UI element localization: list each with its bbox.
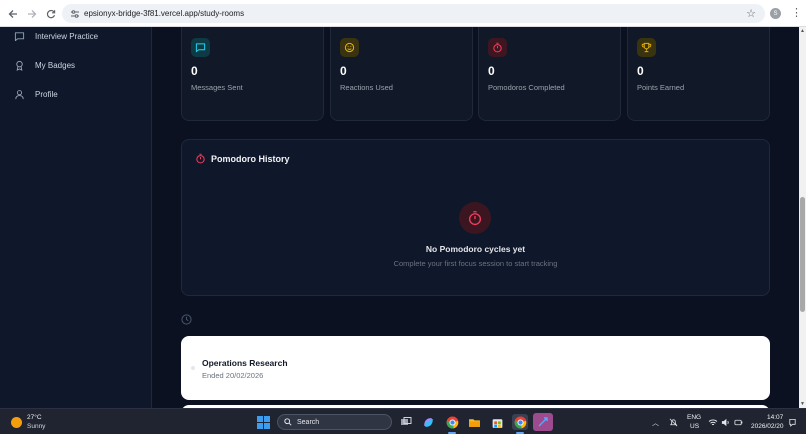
- input-language[interactable]: ENG: [687, 414, 701, 421]
- chrome-profile-icon[interactable]: [512, 414, 528, 430]
- wifi-icon[interactable]: [708, 418, 718, 429]
- sidebar-item-label: Interview Practice: [35, 31, 99, 41]
- stat-label: Pomodoros Completed: [488, 83, 565, 92]
- stat-card-pomodoros: 0 Pomodoros Completed: [478, 27, 621, 121]
- room-status-dot: [191, 366, 195, 370]
- sidebar-item-profile[interactable]: Profile: [14, 86, 58, 102]
- stat-card-reactions: 0 Reactions Used: [330, 27, 473, 121]
- address-bar[interactable]: epsionyx-bridge-3f81.vercel.app/study-ro…: [62, 4, 765, 23]
- profile-avatar[interactable]: S: [770, 8, 781, 19]
- empty-state-subtitle: Complete your first focus session to sta…: [393, 259, 558, 268]
- windows-start-icon[interactable]: [257, 416, 270, 429]
- weather-description[interactable]: Sunny: [27, 423, 45, 430]
- timer-icon: [459, 202, 491, 234]
- room-title: Operations Research: [202, 358, 288, 368]
- stat-value: 0: [637, 64, 644, 78]
- volume-icon[interactable]: [721, 418, 730, 429]
- weather-temperature[interactable]: 27°C: [27, 414, 42, 421]
- sun-icon[interactable]: [11, 417, 22, 428]
- stat-label: Reactions Used: [340, 83, 393, 92]
- notification-bell-off-icon[interactable]: [669, 418, 678, 429]
- url-text: epsionyx-bridge-3f81.vercel.app/study-ro…: [84, 9, 245, 18]
- back-icon[interactable]: [4, 5, 22, 23]
- sidebar: Interview Practice My Badges Profile: [0, 27, 152, 408]
- sidebar-item-label: My Badges: [35, 60, 76, 70]
- room-card[interactable]: Operations Research Ended 20/02/2026: [181, 336, 770, 400]
- page-scrollbar[interactable]: ▲ ▼: [799, 27, 806, 408]
- battery-icon[interactable]: [734, 418, 743, 429]
- scroll-up-icon[interactable]: ▲: [799, 28, 806, 34]
- smile-icon: [340, 38, 359, 57]
- stat-label: Messages Sent: [191, 83, 243, 92]
- clock-date[interactable]: 2026/02/20: [751, 423, 784, 430]
- trophy-icon: [637, 38, 656, 57]
- stat-value: 0: [340, 64, 347, 78]
- forward-icon[interactable]: [23, 5, 41, 23]
- taskbar-search[interactable]: Search: [277, 414, 392, 430]
- scroll-thumb[interactable]: [800, 197, 805, 312]
- badge-icon: [16, 60, 23, 71]
- timer-icon: [488, 38, 507, 57]
- clock-time[interactable]: 14:07: [767, 414, 783, 421]
- site-settings-icon[interactable]: [70, 9, 80, 19]
- scroll-down-icon[interactable]: ▼: [799, 401, 806, 407]
- section-title: Pomodoro History: [211, 153, 290, 164]
- notifications-icon[interactable]: [788, 418, 797, 429]
- copilot-icon[interactable]: [420, 414, 436, 430]
- reload-icon[interactable]: [42, 5, 60, 23]
- input-region[interactable]: US: [690, 423, 699, 430]
- browser-toolbar: epsionyx-bridge-3f81.vercel.app/study-ro…: [0, 0, 806, 27]
- message-icon: [191, 38, 210, 57]
- room-ended-date: Ended 20/02/2026: [202, 371, 264, 380]
- clock-icon: [181, 314, 192, 325]
- stat-card-messages: 0 Messages Sent: [181, 27, 324, 121]
- empty-state-title: No Pomodoro cycles yet: [425, 244, 526, 254]
- stat-value: 0: [191, 64, 198, 78]
- windows-taskbar: 27°C Sunny Search ︿ ENG US 14:07 2026/02…: [0, 408, 806, 434]
- stat-value: 0: [488, 64, 495, 78]
- stat-card-points: 0 Points Earned: [627, 27, 770, 121]
- pomodoro-history-heading: Pomodoro History: [195, 153, 290, 164]
- chat-icon: [14, 31, 25, 41]
- sidebar-item-label: Profile: [35, 89, 58, 99]
- snipping-tool-icon[interactable]: [533, 413, 553, 431]
- show-hidden-icons[interactable]: ︿: [652, 418, 659, 428]
- search-icon: [284, 418, 292, 426]
- bookmark-star-icon[interactable]: ☆: [746, 7, 756, 20]
- sidebar-item-my-badges[interactable]: My Badges: [14, 57, 75, 73]
- pomodoro-history-card: Pomodoro History No Pomodoro cycles yet …: [181, 139, 770, 296]
- sidebar-item-interview-practice[interactable]: Interview Practice: [14, 28, 98, 44]
- main-content: 0 Messages Sent 0 Reactions Used 0 Pomod…: [153, 27, 799, 408]
- user-icon: [15, 89, 24, 99]
- timer-icon: [196, 153, 205, 164]
- task-view-icon[interactable]: [398, 414, 414, 430]
- file-explorer-icon[interactable]: [466, 414, 482, 430]
- stat-label: Points Earned: [637, 83, 685, 92]
- search-placeholder: Search: [297, 418, 320, 426]
- store-icon[interactable]: [489, 414, 505, 430]
- chrome-icon[interactable]: [444, 414, 460, 430]
- browser-menu-icon[interactable]: ⋮: [791, 6, 802, 19]
